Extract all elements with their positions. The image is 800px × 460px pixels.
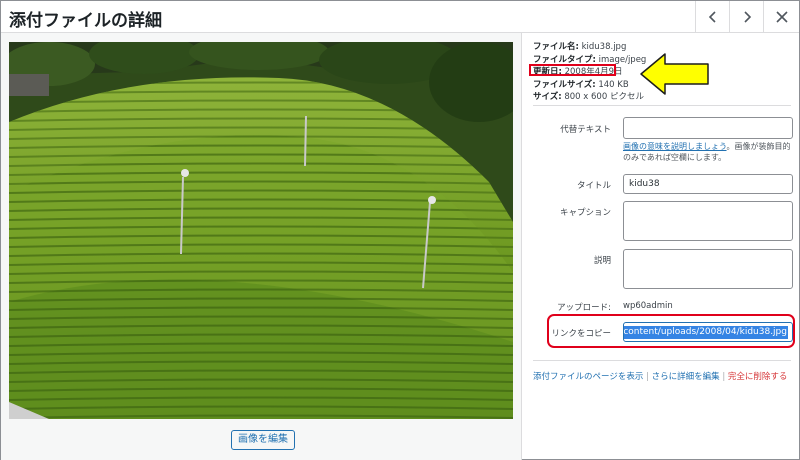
attachment-actions: 添付ファイルのページを表示 | さらに詳細を編集 | 完全に削除する (533, 372, 788, 382)
uploaded-by-value: wp60admin (623, 301, 673, 311)
uploaded-by-label: アップロード: (557, 303, 611, 313)
close-modal-button[interactable] (763, 1, 799, 33)
divider (533, 360, 791, 361)
attachment-details-modal: 添付ファイルの詳細 画像を編集 ファイル名: kidu38.jpg ファイルタイ… (0, 0, 800, 460)
dimensions-row: サイズ: 800 x 600 ピクセル (533, 92, 644, 103)
attachment-image (9, 42, 513, 419)
copy-link-label: リンクをコピー (551, 329, 611, 339)
alt-text-input[interactable] (623, 117, 793, 139)
copy-link-selected-text: p-content/uploads/2008/04/kidu38.jpg (624, 326, 788, 339)
description-textarea[interactable] (623, 249, 793, 289)
modal-header: 添付ファイルの詳細 (1, 1, 799, 33)
filesize-row: ファイルサイズ: 140 KB (533, 79, 629, 90)
caption-textarea[interactable] (623, 201, 793, 241)
filename-value: kidu38.jpg (581, 42, 627, 52)
copy-link-input[interactable]: p-content/uploads/2008/04/kidu38.jpg (623, 322, 793, 342)
alt-text-label: 代替テキスト (560, 125, 611, 135)
title-input[interactable]: kidu38 (623, 174, 793, 194)
description-label: 説明 (593, 256, 611, 266)
delete-permanently-link[interactable]: 完全に削除する (728, 372, 788, 382)
attachment-details-panel: ファイル名: kidu38.jpg ファイルタイプ: image/jpeg 更新… (523, 33, 799, 460)
chevron-left-icon (708, 11, 716, 23)
divider (533, 105, 791, 106)
previous-attachment-button[interactable] (695, 1, 729, 33)
filename-row: ファイル名: kidu38.jpg (533, 42, 627, 52)
yellow-arrow-annotation (640, 53, 709, 95)
filesize-value: 140 KB (598, 79, 629, 90)
alt-text-help-link[interactable]: 画像の意味を説明しましょう (623, 142, 727, 151)
updated-date-highlight (529, 64, 616, 76)
view-attachment-page-link[interactable]: 添付ファイルのページを表示 (533, 372, 643, 382)
title-label: タイトル (576, 181, 611, 191)
attachment-preview: 画像を編集 (1, 33, 522, 460)
caption-label: キャプション (559, 208, 611, 218)
alt-text-help: 画像の意味を説明しましょう。画像が装飾目的のみであれば空欄にします。 (623, 142, 791, 162)
edit-image-button[interactable]: 画像を編集 (231, 430, 295, 450)
chevron-right-icon (743, 11, 751, 23)
next-attachment-button[interactable] (729, 1, 763, 33)
tea-field-photo (9, 42, 513, 419)
modal-title: 添付ファイルの詳細 (9, 11, 162, 31)
dimensions-value: 800 x 600 ピクセル (564, 92, 644, 103)
edit-more-details-link[interactable]: さらに詳細を編集 (652, 372, 720, 382)
close-icon (775, 11, 788, 23)
